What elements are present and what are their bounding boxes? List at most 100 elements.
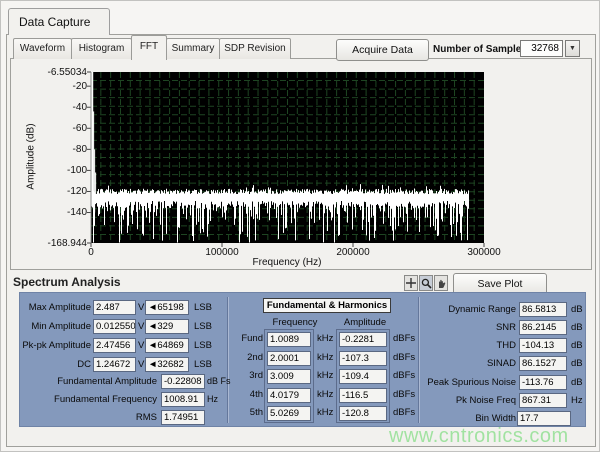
pkpk-amplitude-value: 2.47456 [93, 338, 136, 353]
spectrum-analysis-heading: Spectrum Analysis [13, 275, 121, 289]
harmonic-freq: 3.009 [267, 369, 311, 384]
watermark: www.cntronics.com [389, 425, 569, 448]
pkpk-amplitude-lsb: ◄64869 [145, 338, 189, 353]
data-capture-tab-label: Data Capture [19, 15, 90, 29]
harmonic-freq: 2.0001 [267, 351, 311, 366]
y-tick-label: -40 [27, 102, 87, 113]
max-amplitude-unit: V [138, 302, 144, 313]
harmonic-row-name: 4th [229, 389, 263, 400]
y-tick-label: -6.55034 [27, 67, 87, 78]
harmonic-amp: -116.5 [339, 388, 387, 403]
number-of-samples-label: Number of Samples [433, 44, 527, 55]
thd-label: THD [418, 340, 516, 351]
harmonic-freq-unit: kHz [317, 407, 333, 418]
dc-unit: V [138, 359, 144, 370]
harmonic-freq-unit: kHz [317, 333, 333, 344]
fft-plot[interactable] [86, 67, 489, 249]
dynamic-range-label: Dynamic Range [418, 304, 516, 315]
acquire-data-label: Acquire Data [352, 44, 413, 56]
rms-value: 1.74951 [161, 410, 205, 425]
dc-value: 1.24672 [93, 357, 136, 372]
tab-waveform-label: Waveform [20, 43, 65, 54]
peak-spurious-noise-label: Peak Spurious Noise [418, 377, 516, 388]
tab-fft-label: FFT [140, 41, 158, 52]
pk-noise-freq-unit: Hz [571, 395, 583, 406]
harmonic-amp-unit: dBFs [393, 352, 415, 363]
thd-value: -104.13 [519, 338, 567, 353]
x-tick-label: 0 [61, 247, 121, 258]
tab-fft[interactable]: FFT [131, 35, 167, 60]
harmonics-frequency-header: Frequency [267, 317, 323, 328]
pkpk-amplitude-unit: V [138, 340, 144, 351]
x-tick-label: 300000 [454, 247, 514, 258]
move-tool-button[interactable] [404, 275, 418, 291]
peak-spurious-noise-unit: dB [571, 377, 583, 388]
harmonic-freq-unit: kHz [317, 370, 333, 381]
dc-lsb: ◄32682 [145, 357, 189, 372]
harmonic-freq: 4.0179 [267, 388, 311, 403]
hand-icon [436, 278, 447, 289]
max-amplitude-lsb: ◄65198 [145, 300, 189, 315]
snr-label: SNR [418, 322, 516, 333]
tab-histogram-label: Histogram [79, 43, 125, 54]
harmonics-title: Fundamental & Harmonics [263, 298, 391, 313]
acquire-data-button[interactable]: Acquire Data [336, 39, 429, 61]
save-plot-label: Save Plot [478, 278, 523, 290]
harmonic-freq-unit: kHz [317, 352, 333, 363]
max-amplitude-value: 2.487 [93, 300, 136, 315]
harmonic-freq: 1.0089 [267, 332, 311, 347]
harmonic-amp-unit: dBFs [393, 370, 415, 381]
tab-histogram[interactable]: Histogram [71, 38, 132, 59]
min-amplitude-lsb-unit: LSB [194, 321, 212, 332]
max-amplitude-lsb-unit: LSB [194, 302, 212, 313]
sinad-unit: dB [571, 358, 583, 369]
min-amplitude-label: Min Amplitude [11, 321, 91, 332]
tab-waveform[interactable]: Waveform [13, 38, 72, 59]
fundamental-frequency-value: 1008.91 [161, 392, 205, 407]
pk-noise-freq-value: 867.31 [519, 393, 567, 408]
harmonic-amp-unit: dBFs [393, 333, 415, 344]
fundamental-frequency-label: Fundamental Frequency [19, 394, 157, 405]
tab-summary-label: Summary [172, 43, 215, 54]
tab-summary[interactable]: Summary [166, 38, 220, 59]
tab-sdp-revision[interactable]: SDP Revision [219, 38, 291, 59]
y-tick-label: -60 [27, 123, 87, 134]
samples-value: 32768 [531, 43, 559, 54]
fundamental-amplitude-label: Fundamental Amplitude [19, 376, 157, 387]
pkpk-amplitude-label: Pk-pk Amplitude [11, 340, 91, 351]
samples-combobox-field[interactable]: 32768 [520, 40, 563, 57]
bin-width-label: Bin Width [418, 413, 516, 424]
max-amplitude-label: Max Amplitude [11, 302, 91, 313]
harmonic-freq-unit: kHz [317, 389, 333, 400]
pan-tool-button[interactable] [434, 275, 448, 291]
tab-sdp-revision-label: SDP Revision [224, 43, 286, 54]
pk-noise-freq-label: Pk Noise Freq [418, 395, 516, 406]
zoom-tool-button[interactable] [419, 275, 433, 291]
dynamic-range-value: 86.5813 [519, 302, 567, 317]
y-tick-label: -140 [27, 207, 87, 218]
crosshair-icon [406, 278, 416, 288]
dc-lsb-unit: LSB [194, 359, 212, 370]
x-axis-title: Frequency (Hz) [207, 257, 367, 268]
pkpk-amplitude-lsb-unit: LSB [194, 340, 212, 351]
harmonic-row-name: 5th [229, 407, 263, 418]
fundamental-amplitude-unit: dB Fs [207, 376, 231, 386]
harmonic-amp: -107.3 [339, 351, 387, 366]
snr-value: 86.2145 [519, 320, 567, 335]
app-window: Data Capture Waveform Histogram FFT Summ… [0, 0, 600, 452]
peak-spurious-noise-value: -113.76 [519, 375, 567, 390]
sinad-value: 86.1527 [519, 356, 567, 371]
samples-dropdown-button[interactable]: ▼ [565, 40, 580, 57]
fundamental-frequency-unit: Hz [207, 394, 218, 404]
sinad-label: SINAD [418, 358, 516, 369]
y-tick-label: -20 [27, 81, 87, 92]
min-amplitude-lsb: ◄329 [145, 319, 189, 334]
rms-label: RMS [19, 412, 157, 423]
harmonic-amp: -0.2281 [339, 332, 387, 347]
y-tick-label: -100 [27, 165, 87, 176]
harmonics-amplitude-header: Amplitude [337, 317, 393, 328]
tab-data-capture[interactable]: Data Capture [8, 8, 110, 35]
harmonic-freq: 5.0269 [267, 406, 311, 421]
magnifier-icon [421, 278, 432, 289]
dc-label: DC [11, 359, 91, 370]
